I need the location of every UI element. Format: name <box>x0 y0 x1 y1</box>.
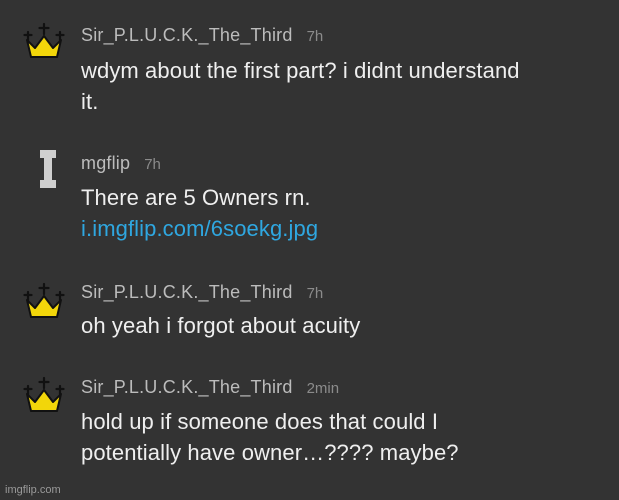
comment-header: mgflip 7h <box>81 152 161 176</box>
comment-line: wdym about the first part? i didnt under… <box>81 58 520 83</box>
comment-text: There are 5 Owners rn. i.imgflip.com/6so… <box>81 182 601 244</box>
imgflip-i-logo-icon[interactable] <box>22 148 66 192</box>
comment-line: potentially have owner…???? maybe? <box>81 440 459 465</box>
comment-text: hold up if someone does that could I pot… <box>81 406 601 468</box>
comment-line: There are 5 Owners rn. <box>81 185 311 210</box>
timestamp: 7h <box>306 28 324 45</box>
timestamp: 7h <box>144 156 161 173</box>
comment-text: oh yeah i forgot about acuity <box>81 310 601 341</box>
comment-line: oh yeah i forgot about acuity <box>81 313 361 338</box>
crown-icon[interactable] <box>22 280 66 324</box>
username[interactable]: Sir_P.L.U.C.K._The_Third <box>81 282 293 302</box>
comment-text: wdym about the first part? i didnt under… <box>81 55 601 117</box>
timestamp: 2min <box>306 380 340 397</box>
crown-icon[interactable] <box>22 374 66 418</box>
comment-line: it. <box>81 89 99 114</box>
username[interactable]: Sir_P.L.U.C.K._The_Third <box>81 25 293 45</box>
image-link[interactable]: i.imgflip.com/6soekg.jpg <box>81 213 601 244</box>
imgflip-watermark: imgflip.com <box>5 484 61 496</box>
comment-header: Sir_P.L.U.C.K._The_Third 7h <box>81 24 323 48</box>
username[interactable]: Sir_P.L.U.C.K._The_Third <box>81 377 293 397</box>
comment-line: hold up if someone does that could I <box>81 409 439 434</box>
comment-header: Sir_P.L.U.C.K._The_Third 7h <box>81 281 323 305</box>
comment-header: Sir_P.L.U.C.K._The_Third 2min <box>81 376 339 400</box>
crown-icon[interactable] <box>22 20 66 64</box>
username[interactable]: mgflip <box>81 153 130 173</box>
timestamp: 7h <box>306 285 324 302</box>
